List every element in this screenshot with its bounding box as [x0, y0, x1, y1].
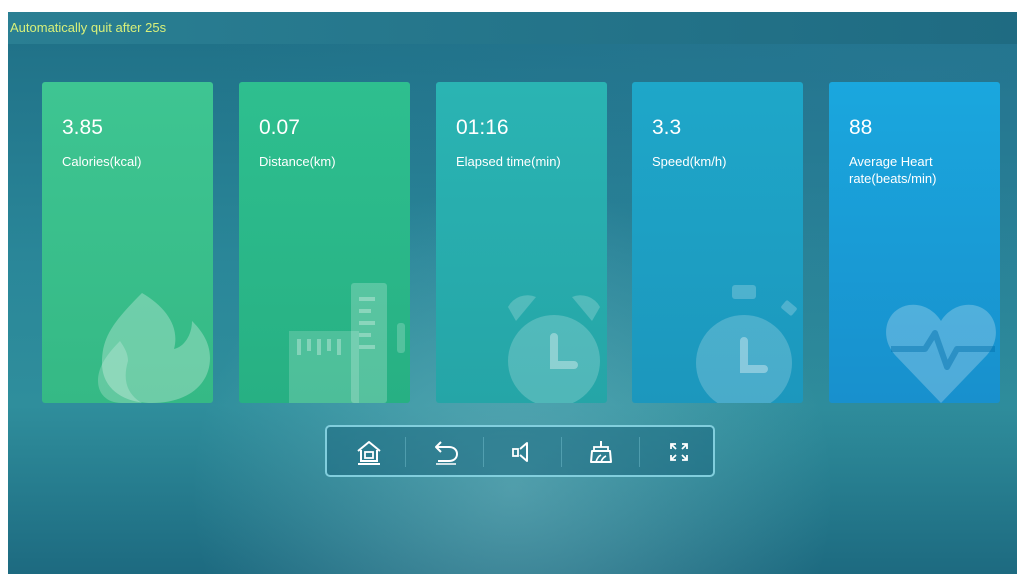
speed-label: Speed(km/h): [652, 154, 727, 169]
distance-card: 0.07 Distance(km): [239, 82, 410, 403]
elapsed-time-card: 01:16 Elapsed time(min): [436, 82, 607, 403]
summary-screen: Automatically quit after 25s 3.85 Calori…: [8, 12, 1017, 574]
heart-rate-card: 88 Average Heart rate(beats/min): [829, 82, 1000, 403]
volume-button[interactable]: [509, 438, 537, 466]
toolbar-divider: [639, 437, 640, 467]
stopwatch-icon: [696, 285, 797, 403]
distance-value: 0.07: [259, 116, 300, 139]
heart-rate-label: Average Heart rate(beats/min): [849, 154, 937, 186]
ruler-icon: [289, 283, 405, 403]
elapsed-time-label: Elapsed time(min): [456, 154, 561, 169]
toolbar-divider: [483, 437, 484, 467]
speed-value: 3.3: [652, 116, 682, 139]
clean-button[interactable]: [587, 438, 615, 466]
alarm-clock-icon: [508, 295, 600, 403]
toolbar-divider: [561, 437, 562, 467]
flame-icon: [98, 293, 210, 403]
heart-rate-value: 88: [849, 116, 873, 139]
fullscreen-icon: [670, 443, 688, 461]
calories-card: 3.85 Calories(kcal): [42, 82, 213, 403]
elapsed-time-value: 01:16: [456, 116, 509, 139]
toolbar-divider: [405, 437, 406, 467]
bottom-toolbar: [325, 425, 715, 477]
home-icon: [357, 441, 381, 465]
distance-label: Distance(km): [259, 154, 336, 169]
speed-card: 3.3 Speed(km/h): [632, 82, 803, 403]
calories-value: 3.85: [62, 116, 103, 139]
status-bar: Automatically quit after 25s: [8, 12, 1017, 44]
auto-quit-countdown: Automatically quit after 25s: [10, 20, 167, 35]
home-button[interactable]: [355, 438, 383, 466]
back-icon: [435, 441, 459, 465]
clean-brush-icon: [590, 441, 612, 463]
volume-icon: [512, 442, 528, 462]
calories-label: Calories(kcal): [62, 154, 142, 169]
heart-pulse-icon: [886, 304, 996, 403]
back-button[interactable]: [432, 438, 460, 466]
fullscreen-button[interactable]: [665, 438, 693, 466]
